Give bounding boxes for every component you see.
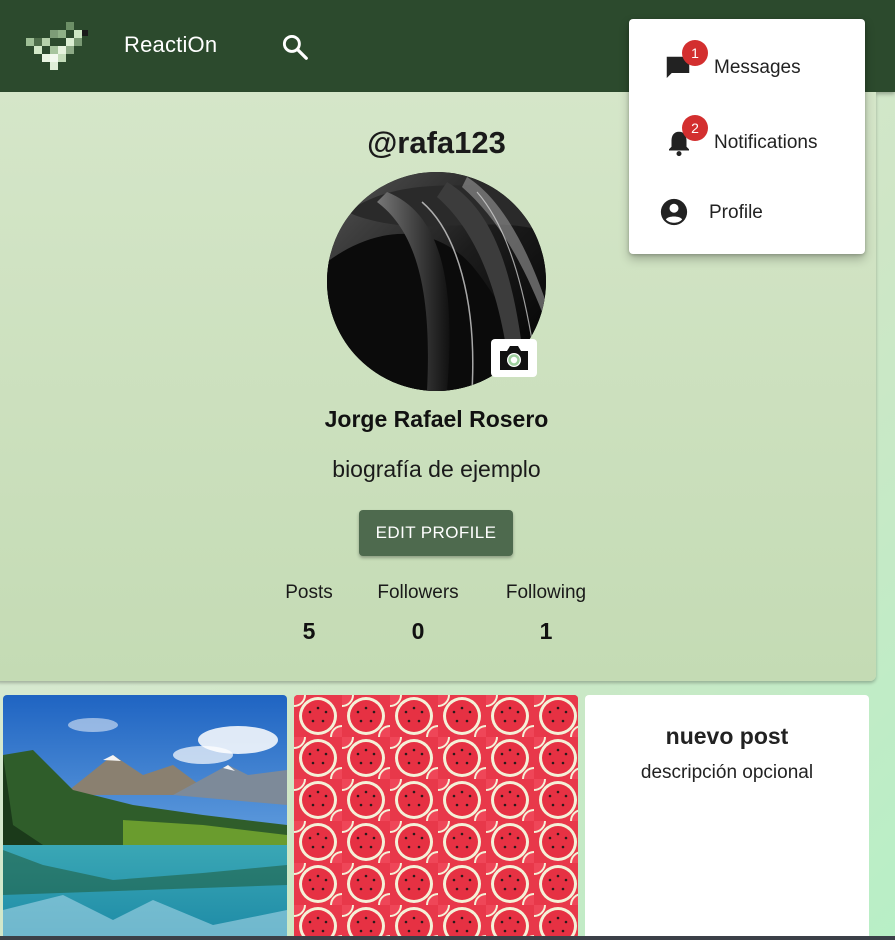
pixel-logo-icon[interactable] [26,22,90,74]
camera-icon [500,346,528,370]
stat-following[interactable]: Following 1 [496,582,596,645]
menu-item-label: Notifications [714,132,818,153]
post-card[interactable] [3,695,287,940]
stat-posts-value: 5 [302,618,316,644]
profile-full-name: Jorge Rafael Rosero [324,406,549,432]
search-icon [282,34,308,60]
profile-bio: biografía de ejemplo [332,456,541,482]
app-title[interactable]: ReactiOn [124,32,217,58]
menu-item-messages[interactable]: 1 Messages [629,37,865,97]
post-card[interactable]: nuevo post descripción opcional [585,695,869,940]
stat-followers[interactable]: Followers 0 [368,582,468,645]
stat-posts-label: Posts [285,582,333,603]
search-button[interactable] [276,28,314,66]
mountain-lake-photo [3,695,287,940]
menu-item-label: Messages [714,57,801,78]
menu-item-label: Profile [709,202,763,223]
menu-item-profile[interactable]: Profile [629,182,865,242]
notifications-badge: 2 [682,115,708,141]
stat-followers-value: 0 [411,618,425,644]
edit-profile-button[interactable]: EDIT PROFILE [359,510,513,556]
messages-badge: 1 [682,40,708,66]
account-circle-icon [660,198,688,226]
bottom-scrollbar [0,936,895,940]
change-photo-button[interactable] [491,339,537,377]
account-menu: 1 Messages 2 Notifications Profile [629,19,865,254]
watermelon-pattern-photo [294,695,578,940]
post-description: descripción opcional [640,762,814,783]
stat-following-label: Following [505,582,587,603]
post-card[interactable] [294,695,578,940]
post-title: nuevo post [665,723,789,749]
stat-posts[interactable]: Posts 5 [268,582,350,645]
menu-item-notifications[interactable]: 2 Notifications [629,112,865,172]
stat-followers-label: Followers [377,582,459,603]
stat-following-value: 1 [539,618,553,644]
